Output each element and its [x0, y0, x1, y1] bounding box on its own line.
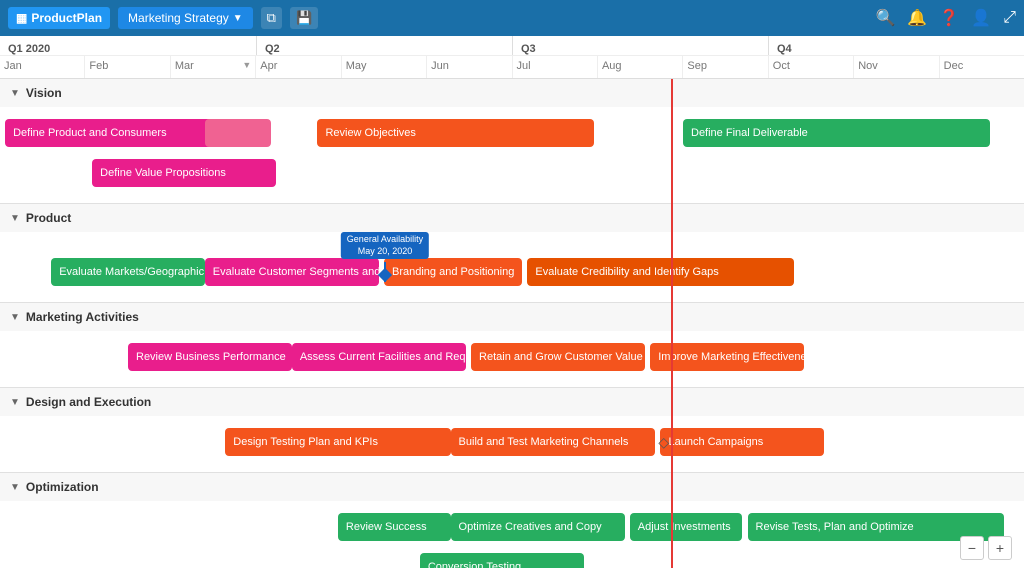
bar-launch-campaigns[interactable]: Launch Campaigns — [660, 428, 824, 456]
bar-retain-grow[interactable]: Retain and Grow Customer Value — [471, 343, 645, 371]
gantt-body: ReleaseSep 3, 2020 ▼ Vision Define Produ… — [0, 79, 1024, 568]
month-sep: Sep — [682, 56, 767, 78]
section-design-header[interactable]: ▼ Design and Execution — [0, 388, 1024, 416]
optimization-rows: Review Success Optimize Creatives and Co… — [0, 501, 1024, 568]
plan-title-bar[interactable]: Marketing Strategy ▼ — [118, 7, 253, 29]
dropdown-icon: ▼ — [233, 13, 243, 24]
bar-evaluate-customers[interactable]: Evaluate Customer Segments and Needs — [205, 258, 379, 286]
optimization-row-1: Review Success Optimize Creatives and Co… — [0, 509, 1024, 545]
zoom-in-button[interactable]: + — [988, 536, 1012, 560]
product-label: Product — [26, 211, 71, 225]
zoom-controls: − + — [960, 536, 1012, 560]
month-jul: Jul — [512, 56, 597, 78]
topbar: ▦ ProductPlan Marketing Strategy ▼ ⧉ 💾 🔍… — [0, 0, 1024, 36]
section-vision-header[interactable]: ▼ Vision — [0, 79, 1024, 107]
app-name: ProductPlan — [31, 11, 102, 25]
product-row-1: Evaluate Markets/Geographic Regions Eval… — [0, 254, 1024, 290]
marketing-rows: Review Business Performance Assess Curre… — [0, 331, 1024, 387]
milestone-label: General AvailabilityMay 20, 2020 — [341, 232, 429, 259]
section-design: ▼ Design and Execution Design Testing Pl… — [0, 388, 1024, 473]
vision-collapse-icon: ▼ — [10, 88, 20, 99]
save-button[interactable]: 💾 — [290, 7, 318, 29]
design-label: Design and Execution — [26, 395, 151, 409]
milestone-small-icon: ◇ — [658, 434, 669, 451]
topbar-right-icons: 🔍 🔔 ❓ 👤 ⤢ — [876, 8, 1017, 28]
q2-label: Q2 — [261, 40, 280, 55]
main-content: Q1 2020 Q2 Q3 Q4 Jan Feb Mar ▼ Apr May J… — [0, 36, 1024, 568]
month-jan: Jan — [0, 56, 84, 78]
month-feb: Feb — [84, 56, 169, 78]
month-mar: Mar ▼ — [170, 56, 255, 78]
month-oct: Oct — [768, 56, 853, 78]
app-logo[interactable]: ▦ ProductPlan — [8, 7, 110, 29]
section-optimization-header[interactable]: ▼ Optimization — [0, 473, 1024, 501]
month-row: Jan Feb Mar ▼ Apr May Jun Jul Aug Sep Oc… — [0, 56, 1024, 78]
marketing-row-1: Review Business Performance Assess Curre… — [0, 339, 1024, 375]
zoom-out-button[interactable]: − — [960, 536, 984, 560]
month-dec: Dec — [939, 56, 1024, 78]
vision-row-2: Define Value Propositions — [0, 155, 1024, 191]
plan-title-text: Marketing Strategy — [128, 11, 229, 25]
bell-icon[interactable]: 🔔 — [907, 8, 927, 28]
bar-review-objectives[interactable]: Review Objectives — [317, 119, 593, 147]
section-product-header[interactable]: ▼ Product — [0, 204, 1024, 232]
q4-label: Q4 — [773, 40, 792, 55]
bar-branding[interactable]: Branding and Positioning — [384, 258, 522, 286]
quarter-q1: Q1 2020 — [0, 36, 256, 55]
vision-row-1: Define Product and Consumers Review Obje… — [0, 115, 1024, 151]
quarter-row: Q1 2020 Q2 Q3 Q4 — [0, 36, 1024, 56]
product-rows: General AvailabilityMay 20, 2020 Evaluat… — [0, 232, 1024, 302]
today-line — [671, 79, 673, 568]
month-apr: Apr — [255, 56, 340, 78]
timeline-header: Q1 2020 Q2 Q3 Q4 Jan Feb Mar ▼ Apr May J… — [0, 36, 1024, 79]
design-rows: Design Testing Plan and KPIs Build and T… — [0, 416, 1024, 472]
bar-define-final[interactable]: Define Final Deliverable — [683, 119, 990, 147]
design-row-1: Design Testing Plan and KPIs Build and T… — [0, 424, 1024, 460]
month-jun: Jun — [426, 56, 511, 78]
bar-define-value[interactable]: Define Value Propositions — [92, 159, 276, 187]
month-nov: Nov — [853, 56, 938, 78]
copy-button[interactable]: ⧉ — [261, 7, 282, 29]
bar-review-success[interactable]: Review Success — [338, 513, 451, 541]
bar-optimize-creatives[interactable]: Optimize Creatives and Copy — [451, 513, 625, 541]
section-marketing: ▼ Marketing Activities Review Business P… — [0, 303, 1024, 388]
section-product: ▼ Product General AvailabilityMay 20, 20… — [0, 204, 1024, 303]
product-collapse-icon: ▼ — [10, 213, 20, 224]
optimization-row-2: Conversion Testing — [0, 549, 1024, 568]
bar-define-product-ext[interactable] — [205, 119, 272, 147]
expand-icon[interactable]: ⤢ — [1003, 9, 1016, 27]
quarter-q3: Q3 — [512, 36, 768, 55]
vision-rows: Define Product and Consumers Review Obje… — [0, 107, 1024, 203]
bar-adjust-investments[interactable]: Adjust Investments — [630, 513, 743, 541]
milestone-container: General AvailabilityMay 20, 2020 — [384, 232, 386, 252]
month-aug: Aug — [597, 56, 682, 78]
marketing-collapse-icon: ▼ — [10, 312, 20, 323]
section-optimization: ▼ Optimization Review Success Optimize C… — [0, 473, 1024, 568]
quarter-q4: Q4 — [768, 36, 1024, 55]
section-marketing-header[interactable]: ▼ Marketing Activities — [0, 303, 1024, 331]
vision-label: Vision — [26, 86, 62, 100]
bar-design-testing[interactable]: Design Testing Plan and KPIs — [225, 428, 450, 456]
quarter-q2: Q2 — [256, 36, 512, 55]
bar-conversion-testing[interactable]: Conversion Testing — [420, 553, 584, 568]
section-vision: ▼ Vision Define Product and Consumers Re… — [0, 79, 1024, 204]
design-collapse-icon: ▼ — [10, 397, 20, 408]
q1-label: Q1 2020 — [4, 40, 50, 55]
optimization-collapse-icon: ▼ — [10, 482, 20, 493]
logo-icon: ▦ — [16, 11, 27, 25]
bar-build-test[interactable]: Build and Test Marketing Channels — [451, 428, 656, 456]
help-icon[interactable]: ❓ — [939, 8, 959, 28]
optimization-label: Optimization — [26, 480, 99, 494]
marketing-label: Marketing Activities — [26, 310, 139, 324]
bar-review-business[interactable]: Review Business Performance — [128, 343, 292, 371]
q3-label: Q3 — [517, 40, 536, 55]
bar-assess-facilities[interactable]: Assess Current Facilities and Required I… — [292, 343, 466, 371]
bar-evaluate-credibility[interactable]: Evaluate Credibility and Identify Gaps — [527, 258, 793, 286]
user-icon[interactable]: 👤 — [971, 8, 991, 28]
search-icon[interactable]: 🔍 — [876, 8, 896, 28]
month-may: May — [341, 56, 426, 78]
bar-improve-marketing[interactable]: Improve Marketing Effectiveness — [650, 343, 804, 371]
bar-evaluate-markets[interactable]: Evaluate Markets/Geographic Regions — [51, 258, 205, 286]
